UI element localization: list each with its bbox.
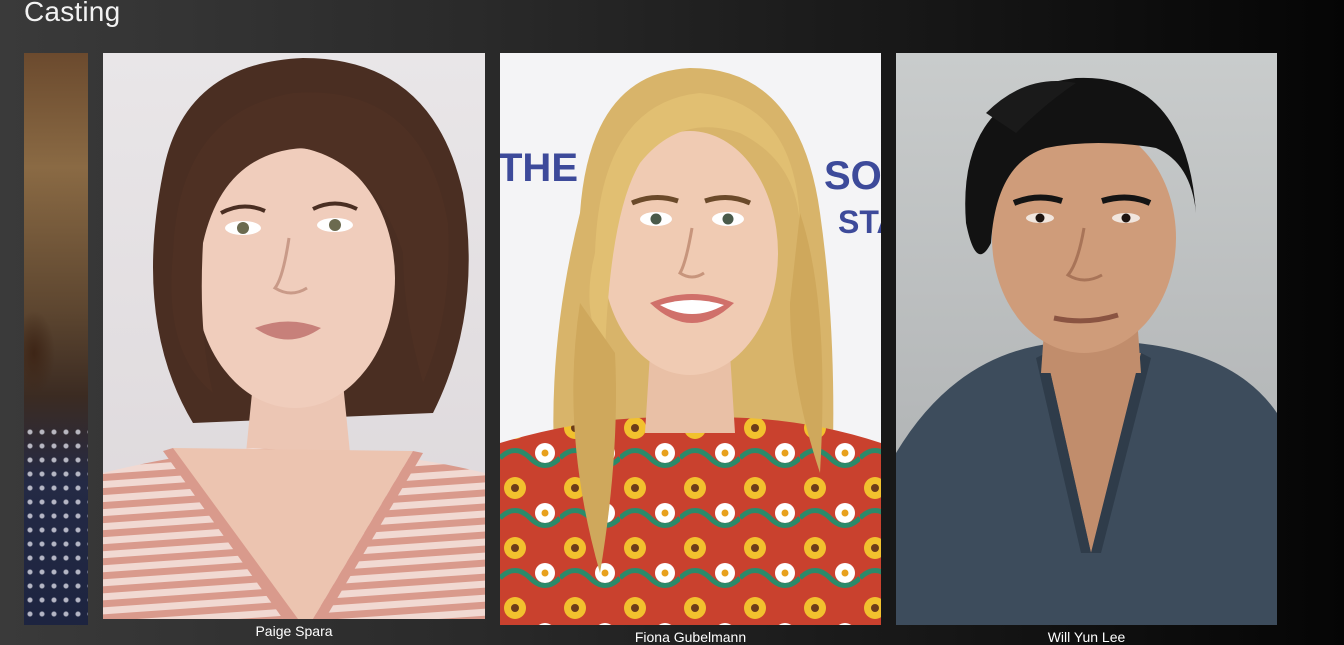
cast-card[interactable]: THE SO STA bbox=[500, 53, 881, 645]
backdrop-text-right-bottom: STA bbox=[838, 204, 881, 240]
cast-carousel[interactable]: Paige Spara THE SO STA bbox=[0, 53, 1344, 645]
section-title: Casting bbox=[24, 0, 121, 27]
portrait-illustration: THE SO STA bbox=[500, 68, 881, 625]
cast-name[interactable]: Paige Spara bbox=[103, 623, 485, 639]
portrait-illustration bbox=[103, 58, 485, 619]
backdrop-text-right-top: SO bbox=[824, 154, 881, 198]
cast-card-partial[interactable] bbox=[24, 53, 88, 625]
floral-dress-pattern bbox=[24, 425, 88, 625]
cast-photo-partial[interactable] bbox=[24, 53, 88, 625]
cast-name[interactable]: Fiona Gubelmann bbox=[500, 629, 881, 645]
cast-card[interactable]: Will Yun Lee bbox=[896, 53, 1277, 645]
cast-photo[interactable] bbox=[896, 53, 1277, 625]
cast-photo[interactable] bbox=[103, 53, 485, 619]
backdrop-text-left: THE bbox=[500, 146, 578, 190]
portrait-illustration bbox=[896, 77, 1277, 625]
cast-card[interactable]: Paige Spara bbox=[103, 53, 485, 639]
cast-photo[interactable]: THE SO STA bbox=[500, 53, 881, 625]
cast-name[interactable]: Will Yun Lee bbox=[896, 629, 1277, 645]
